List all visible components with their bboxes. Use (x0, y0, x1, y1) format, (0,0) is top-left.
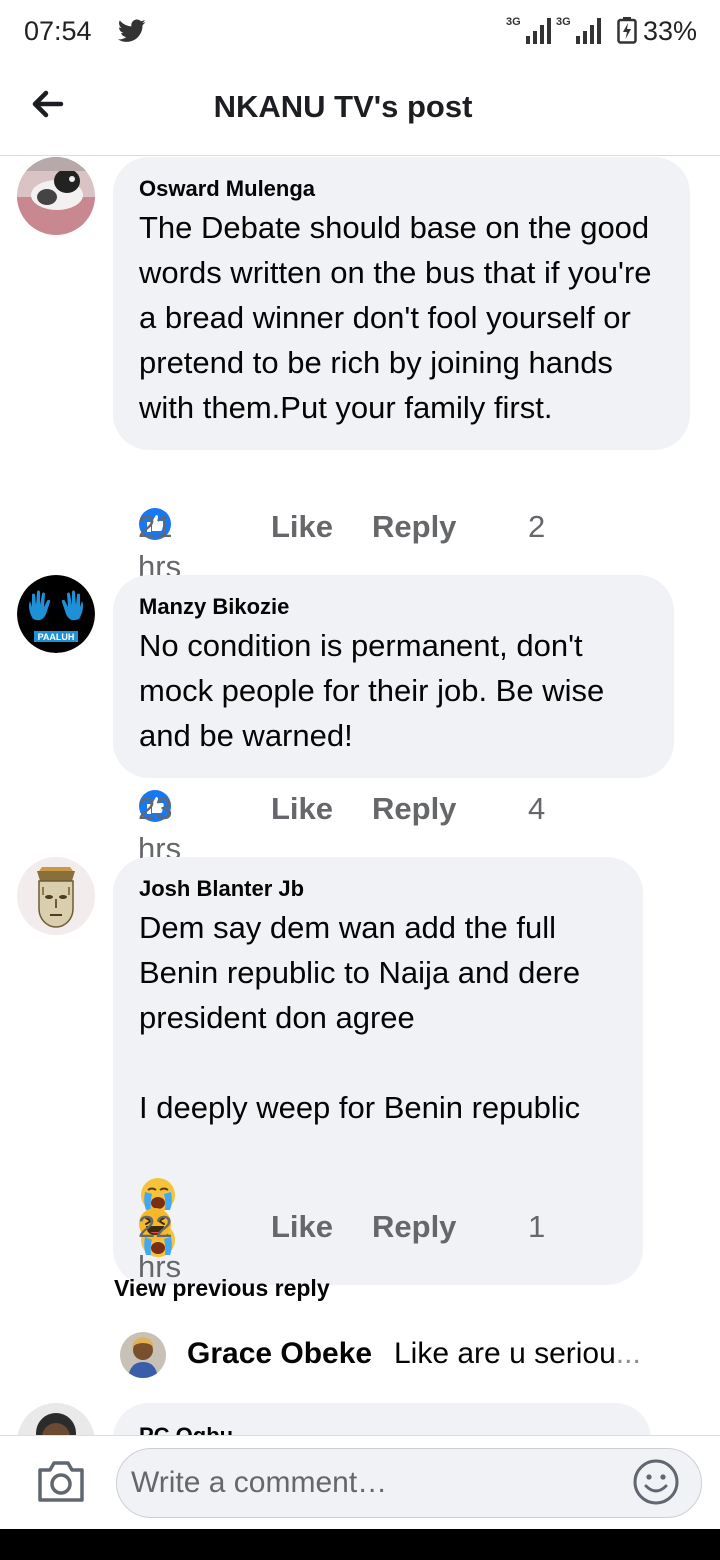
comment-bubble[interactable]: Manzy Bikozie No condition is permanent,… (113, 575, 674, 778)
reply-text: Like are u seriou... (394, 1337, 641, 1371)
smiley-icon[interactable] (632, 1458, 680, 1506)
avatar[interactable] (17, 157, 95, 235)
avatar-logo-text: PAALUH (38, 632, 75, 642)
status-time: 07:54 (24, 16, 92, 46)
raised-hands-logo-icon: PAALUH (17, 575, 95, 653)
profile-photo-icon (120, 1332, 166, 1378)
reaction-count[interactable]: 4 (528, 789, 545, 829)
camera-icon[interactable] (36, 1458, 86, 1504)
like-button[interactable]: Like (271, 507, 333, 547)
dog-photo-icon (17, 157, 95, 235)
reply-author[interactable]: Grace Obeke (187, 1337, 372, 1371)
comment-text: Dem say dem wan add the full Benin repub… (139, 910, 581, 1125)
twitter-icon (118, 19, 146, 42)
like-button[interactable]: Like (271, 789, 333, 829)
reply-text-body: Like are u seriou (394, 1337, 616, 1370)
comment-text: No condition is permanent, don't mock pe… (139, 628, 605, 753)
comment-text: The Debate should base on the good words… (139, 210, 652, 425)
avatar[interactable] (17, 857, 95, 935)
network-label: 3G (506, 16, 521, 28)
reaction-count[interactable]: 2 (528, 507, 545, 547)
benin-mask-icon (17, 857, 95, 935)
comment-actions: 22 hrs Like Reply 1 (138, 1207, 545, 1284)
reply-button[interactable]: Reply (372, 789, 456, 829)
post-header: NKANU TV's post (0, 62, 720, 156)
reaction-count[interactable]: 1 (528, 1207, 545, 1247)
network-label: 3G (556, 16, 571, 28)
view-previous-reply-link[interactable]: View previous reply (114, 1275, 330, 1302)
reply-button[interactable]: Reply (372, 1207, 456, 1247)
like-button[interactable]: Like (271, 1207, 333, 1247)
comments-feed[interactable]: Osward Mulenga The Debate should base on… (0, 157, 720, 1435)
avatar[interactable] (120, 1332, 166, 1378)
reply-preview[interactable]: Grace Obeke Like are u seriou... (120, 1329, 680, 1381)
reply-button[interactable]: Reply (372, 507, 456, 547)
status-bar: 07:54 3G 3G 33% (0, 0, 720, 62)
signal-icon: 3G (556, 16, 601, 44)
battery-charging-icon (617, 17, 637, 44)
avatar[interactable] (17, 1403, 95, 1435)
comment-actions: 21 hrs Like Reply 2 (138, 507, 545, 584)
comment-author[interactable]: Osward Mulenga (139, 175, 664, 203)
comment-actions: 23 hrs Like Reply 4 (138, 789, 545, 866)
comment-bubble[interactable]: PC Ogbu (113, 1403, 651, 1435)
profile-photo-icon (17, 1403, 95, 1435)
signal-icon: 3G (506, 16, 551, 44)
avatar[interactable]: PAALUH (17, 575, 95, 653)
comment-input[interactable] (116, 1448, 702, 1518)
page-title: NKANU TV's post (213, 89, 473, 124)
comment-author[interactable]: Manzy Bikozie (139, 593, 648, 621)
battery-percent: 33% (643, 16, 698, 46)
system-navigation-bar (0, 1529, 720, 1560)
reply-ellipsis: ... (615, 1337, 641, 1370)
comment-composer (0, 1435, 720, 1529)
comment-author[interactable]: Josh Blanter Jb (139, 875, 617, 903)
comment-bubble[interactable]: Osward Mulenga The Debate should base on… (113, 157, 690, 450)
comment-author[interactable]: PC Ogbu (139, 1423, 625, 1435)
